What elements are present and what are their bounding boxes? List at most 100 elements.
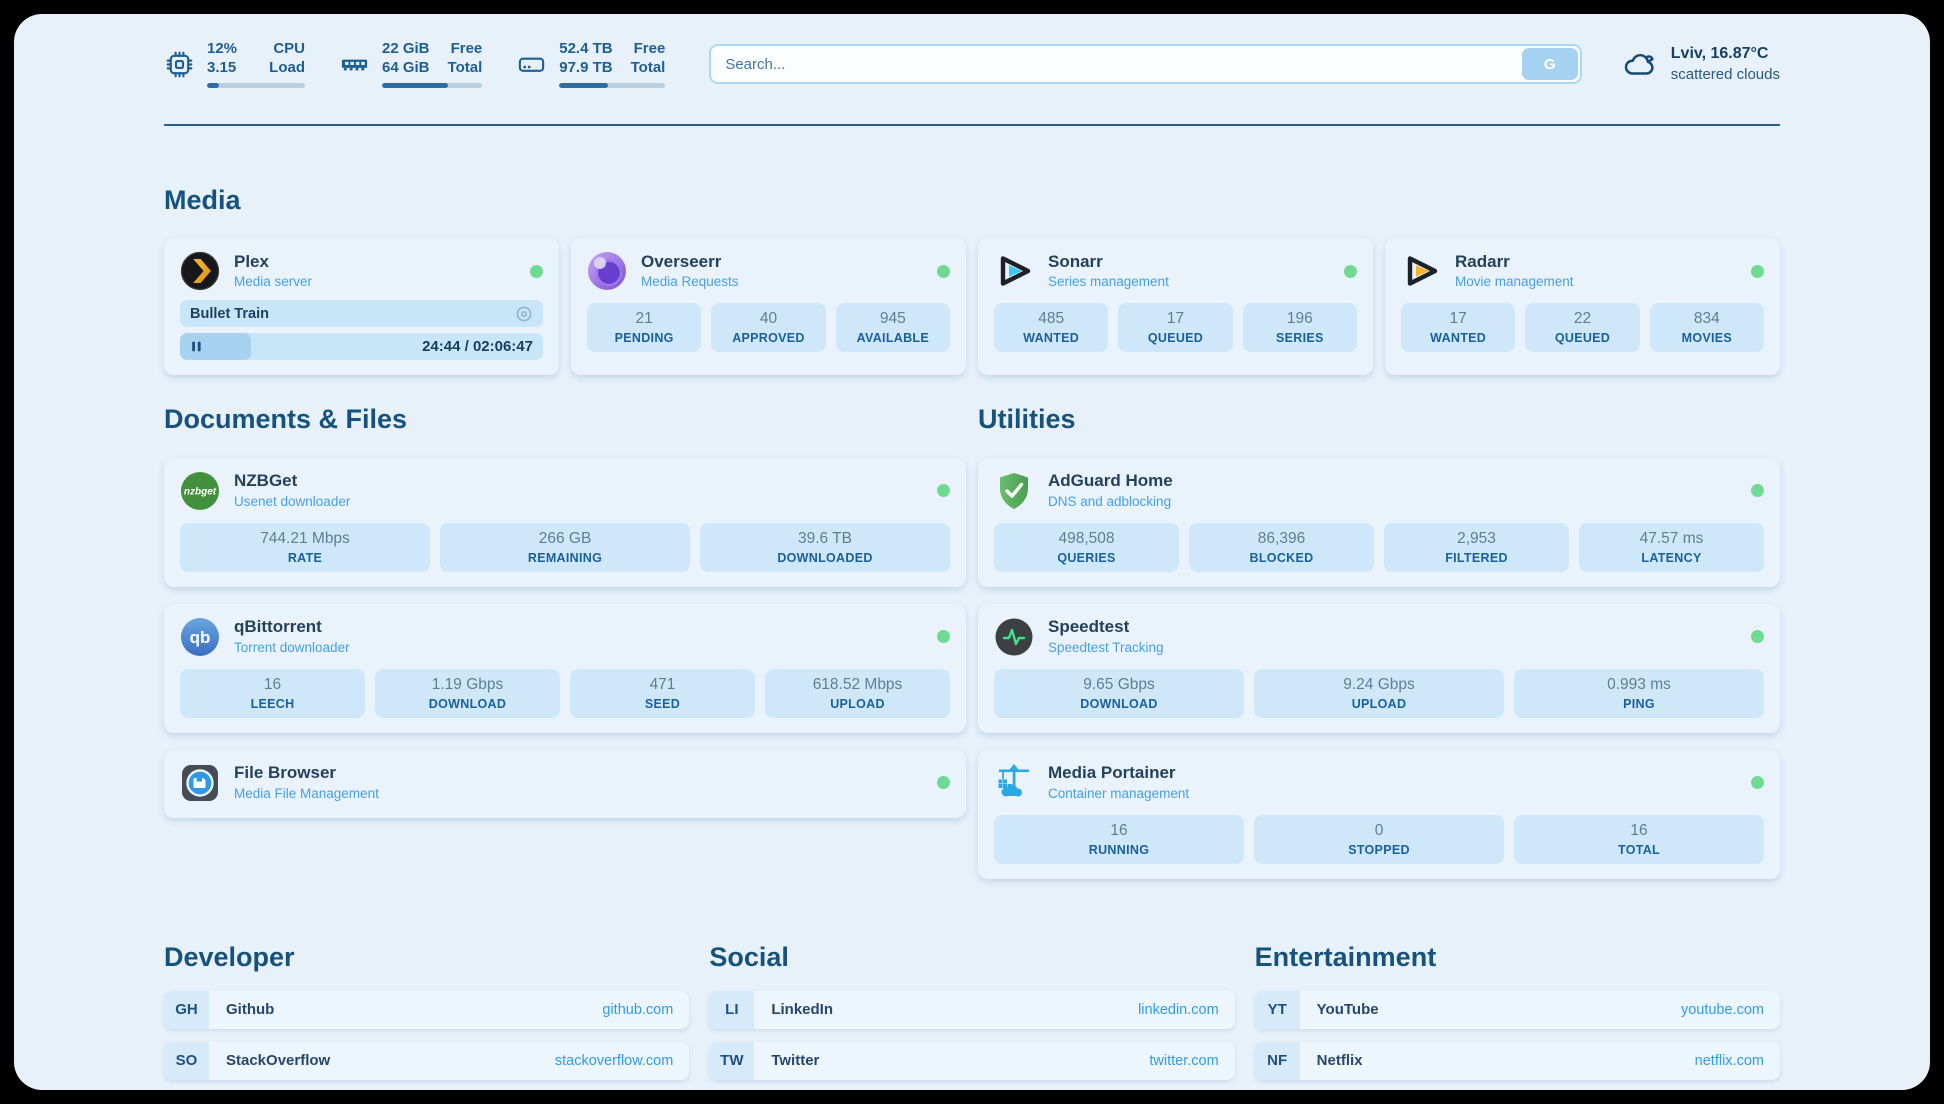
- link-name: Netflix: [1317, 1052, 1363, 1069]
- stat-latency: 47.57 ms LATENCY: [1579, 523, 1764, 572]
- app-card-radarr[interactable]: Radarr Movie management 17 WANTED 22 QUE…: [1385, 238, 1780, 375]
- link-row-twitter[interactable]: TW Twitter twitter.com: [709, 1042, 1234, 1080]
- stat-wanted: 485 WANTED: [994, 303, 1108, 352]
- stat-label: BLOCKED: [1193, 551, 1370, 565]
- stat-value: 196: [1247, 309, 1353, 330]
- link-row-github[interactable]: GH Github github.com: [164, 991, 689, 1029]
- stat-value: 618.52 Mbps: [769, 675, 946, 696]
- app-card-sonarr[interactable]: Sonarr Series management 485 WANTED 17 Q…: [978, 238, 1373, 375]
- app-card-nzbget[interactable]: nzbget NZBGet Usenet downloader 744.21 M…: [164, 458, 966, 587]
- stat-label: APPROVED: [715, 331, 821, 345]
- disk-icon: [516, 49, 547, 80]
- cpu-percent: 12%: [207, 40, 237, 59]
- stat-label: QUERIES: [998, 551, 1175, 565]
- memory-free-value: 22 GiB: [382, 40, 430, 59]
- stat-movies: 834 MOVIES: [1650, 303, 1764, 352]
- now-playing-row: Bullet Train: [180, 300, 543, 327]
- app-title: Media Portainer: [1048, 763, 1189, 783]
- link-url: github.com: [602, 1002, 673, 1018]
- documents-column: Documents & Files nzbget NZBGet Usenet d…: [164, 403, 966, 878]
- memory-free-label: Free: [451, 40, 483, 59]
- stat-value: 1.19 Gbps: [379, 675, 556, 696]
- section-heading-documents: Documents & Files: [164, 403, 966, 435]
- plex-icon: [180, 251, 220, 291]
- stat-value: 485: [998, 309, 1104, 330]
- status-online-dot: [1751, 484, 1764, 497]
- radarr-icon: [1401, 251, 1441, 291]
- status-online-dot: [1751, 630, 1764, 643]
- status-online-dot: [937, 484, 950, 497]
- stat-label: DOWNLOAD: [379, 697, 556, 711]
- sonarr-icon: [994, 251, 1034, 291]
- stat-label: MOVIES: [1654, 331, 1760, 345]
- stat-value: 834: [1654, 309, 1760, 330]
- app-card-speedtest[interactable]: Speedtest Speedtest Tracking 9.65 Gbps D…: [978, 604, 1780, 733]
- stat-download: 1.19 Gbps DOWNLOAD: [375, 669, 560, 718]
- stat-label: STOPPED: [1258, 843, 1500, 857]
- section-heading-utilities: Utilities: [978, 403, 1780, 435]
- search-bar: G: [709, 44, 1581, 84]
- app-title: NZBGet: [234, 471, 350, 491]
- search-engine-button[interactable]: G: [1522, 48, 1578, 80]
- playback-time: 24:44 / 02:06:47: [422, 338, 533, 355]
- filebrowser-icon: [180, 763, 220, 803]
- link-badge: TW: [709, 1042, 754, 1080]
- link-row-linkedin[interactable]: LI LinkedIn linkedin.com: [709, 991, 1234, 1029]
- app-card-filebrowser[interactable]: File Browser Media File Management: [164, 750, 966, 818]
- stat-value: 471: [574, 675, 751, 696]
- stat-pending: 21 PENDING: [587, 303, 701, 352]
- stat-available: 945 AVAILABLE: [836, 303, 950, 352]
- link-row-netflix[interactable]: NF Netflix netflix.com: [1255, 1042, 1780, 1080]
- utilities-column: Utilities AdGuard Home DNS and: [978, 403, 1780, 878]
- stat-value: 17: [1122, 309, 1228, 330]
- links-column-developer: Developer GH Github github.com SO StackO…: [164, 941, 689, 1090]
- stat-value: 266 GB: [444, 529, 686, 550]
- stat-label: AVAILABLE: [840, 331, 946, 345]
- stat-value: 9.24 Gbps: [1258, 675, 1500, 696]
- stat-label: QUEUED: [1529, 331, 1635, 345]
- status-online-dot: [937, 630, 950, 643]
- section-heading-social: Social: [709, 941, 1234, 973]
- app-title: AdGuard Home: [1048, 471, 1173, 491]
- link-name: YouTube: [1317, 1001, 1379, 1018]
- stat-value: 0.993 ms: [1518, 675, 1760, 696]
- now-playing-title: Bullet Train: [190, 306, 269, 322]
- stat-seed: 471 SEED: [570, 669, 755, 718]
- qbittorrent-icon: qb: [180, 617, 220, 657]
- cpu-stat: 12% 3.15 CPU Load: [164, 40, 305, 88]
- stat-stopped: 0 STOPPED: [1254, 815, 1504, 864]
- stat-queries: 498,508 QUERIES: [994, 523, 1179, 572]
- status-online-dot: [1751, 265, 1764, 278]
- dashboard-page: 12% 3.15 CPU Load: [14, 14, 1930, 1090]
- stat-value: 40: [715, 309, 821, 330]
- stat-value: 39.6 TB: [704, 529, 946, 550]
- link-row-youtube[interactable]: YT YouTube youtube.com: [1255, 991, 1780, 1029]
- cpu-icon: [164, 49, 195, 80]
- app-subtitle: Usenet downloader: [234, 494, 350, 510]
- stat-label: RATE: [184, 551, 426, 565]
- header-divider: [164, 124, 1780, 126]
- stat-value: 16: [1518, 821, 1760, 842]
- app-card-overseerr[interactable]: Overseerr Media Requests 21 PENDING 40 A…: [571, 238, 966, 375]
- stat-leech: 16 LEECH: [180, 669, 365, 718]
- app-card-plex[interactable]: Plex Media server Bullet Train: [164, 238, 559, 375]
- status-online-dot: [530, 265, 543, 278]
- disk-total-label: Total: [631, 59, 666, 78]
- pause-icon[interactable]: [190, 340, 203, 353]
- link-row-stackoverflow[interactable]: SO StackOverflow stackoverflow.com: [164, 1042, 689, 1080]
- bookmarks-grid: Developer GH Github github.com SO StackO…: [164, 941, 1780, 1090]
- disk-stat: 52.4 TB 97.9 TB Free Total: [516, 40, 665, 88]
- section-heading-developer: Developer: [164, 941, 689, 973]
- weather-condition: scattered clouds: [1671, 65, 1780, 85]
- app-card-qbittorrent[interactable]: qb qBittorrent Torrent downloader 16 LEE…: [164, 604, 966, 733]
- stat-queued: 17 QUEUED: [1118, 303, 1232, 352]
- cpu-load-label: Load: [269, 59, 305, 78]
- app-card-adguard[interactable]: AdGuard Home DNS and adblocking 498,508 …: [978, 458, 1780, 587]
- app-title: Sonarr: [1048, 252, 1169, 272]
- app-card-portainer[interactable]: Media Portainer Container management 16 …: [978, 750, 1780, 879]
- search-input[interactable]: [711, 56, 1579, 73]
- link-badge: YT: [1255, 991, 1300, 1029]
- app-title: qBittorrent: [234, 617, 350, 637]
- stat-blocked: 86,396 BLOCKED: [1189, 523, 1374, 572]
- stat-value: 21: [591, 309, 697, 330]
